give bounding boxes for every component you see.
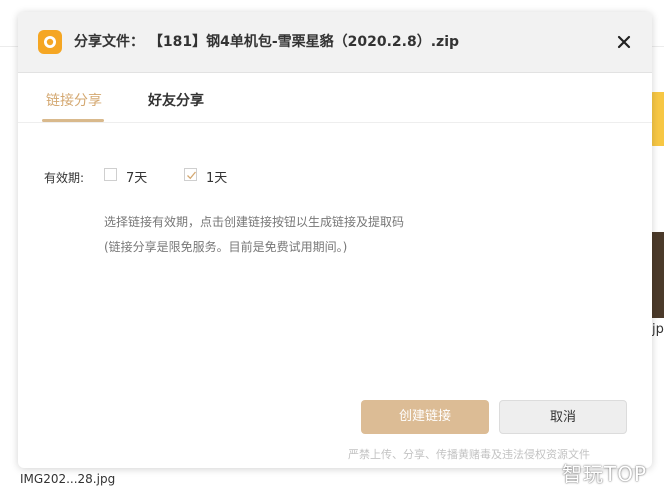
baidu-netdisk-logo-icon: [38, 30, 62, 54]
dialog-title-bar[interactable]: 分享文件： 【181】钢4单机包-雪栗星貉（2020.2.8）.zip: [18, 12, 652, 73]
validity-1day-checkbox[interactable]: [184, 168, 197, 181]
close-icon[interactable]: [614, 32, 634, 52]
create-link-button[interactable]: 创建链接: [361, 400, 489, 434]
tab-friend-share[interactable]: 好友分享: [148, 90, 204, 110]
share-hint-secondary: (链接分享是限免服务。目前是免费试用期间。): [104, 240, 348, 254]
share-tabs: 链接分享 好友分享: [18, 72, 652, 123]
share-hint-primary: 选择链接有效期，点击创建链接按钮以生成链接及提取码: [104, 215, 405, 229]
dialog-file-name: 【181】钢4单机包-雪栗星貉（2020.2.8）.zip: [148, 34, 460, 50]
dialog-title: 分享文件： 【181】钢4单机包-雪栗星貉（2020.2.8）.zip: [74, 31, 459, 51]
active-tab-indicator: [42, 119, 104, 122]
dialog-title-prefix: 分享文件：: [74, 34, 144, 50]
checkmark-icon: [187, 171, 197, 180]
validity-7days-label: 7天: [126, 171, 148, 186]
background-filename[interactable]: IMG202...28.jpg: [20, 472, 115, 486]
validity-7days-checkbox[interactable]: [104, 168, 117, 181]
validity-label: 有效期:: [44, 171, 85, 185]
watermark-logo: 智玩TOP: [562, 462, 648, 486]
legal-notice: 严禁上传、分享、传播黄赌毒及违法侵权资源文件: [348, 448, 590, 461]
background-filename-partial: jp: [652, 322, 664, 337]
background-yellow-panel: [650, 92, 664, 146]
share-dialog: 分享文件： 【181】钢4单机包-雪栗星貉（2020.2.8）.zip 链接分享…: [18, 12, 652, 468]
validity-1day-label: 1天: [206, 171, 228, 186]
tab-link-share[interactable]: 链接分享: [46, 90, 102, 110]
background-thumbnail[interactable]: [650, 232, 664, 318]
cancel-button[interactable]: 取消: [499, 400, 627, 434]
